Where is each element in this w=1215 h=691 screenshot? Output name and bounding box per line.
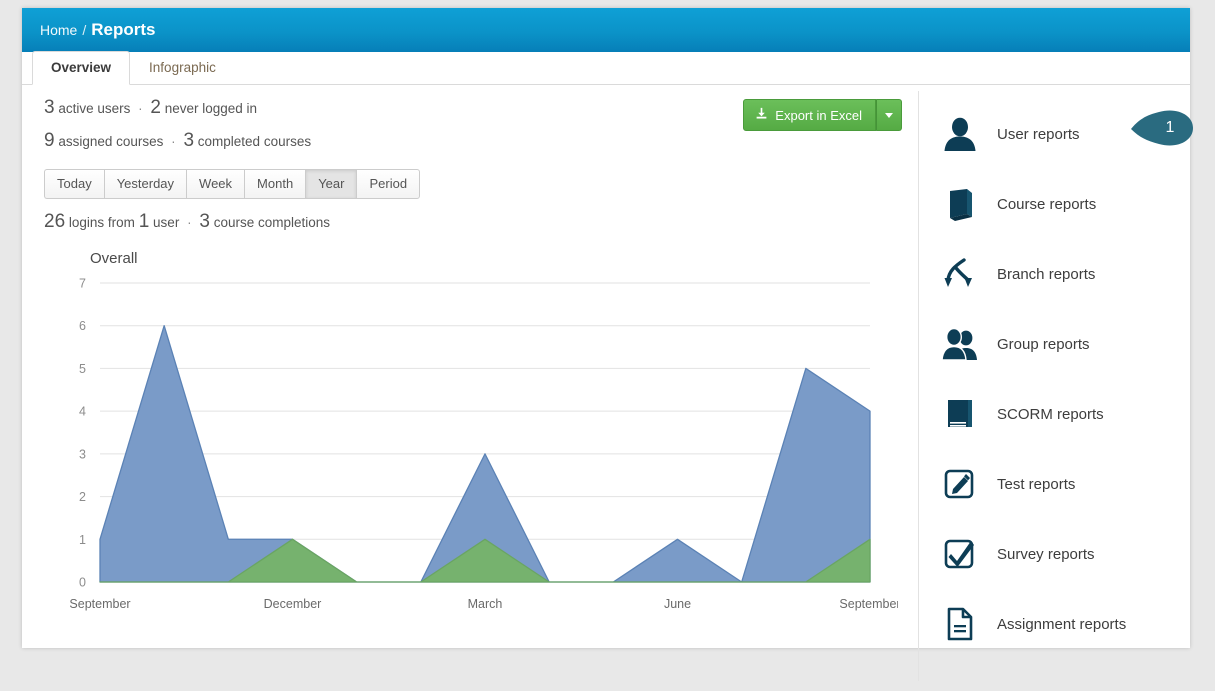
tab-overview[interactable]: Overview <box>32 51 131 85</box>
active-users-label: active users <box>58 101 131 116</box>
reports-sidebar: User reports 1 Course reports Branch rep… <box>919 85 1193 691</box>
page-body: 3 active users · 2 never logged in 9 ass… <box>22 85 1193 691</box>
logins-user-count: 1 <box>138 211 150 232</box>
y-axis-tick: 4 <box>79 405 86 419</box>
group-icon <box>937 327 983 361</box>
badge-callout-shape <box>1131 110 1193 146</box>
x-axis-tick: December <box>264 597 322 611</box>
export-button-label: Export in Excel <box>775 107 862 123</box>
assigned-courses-label: assigned courses <box>58 134 164 149</box>
export-button-group: Export in Excel <box>743 99 902 131</box>
check-square-icon <box>937 537 983 571</box>
tab-infographic[interactable]: Infographic <box>130 51 235 85</box>
download-icon <box>755 107 768 123</box>
y-axis-tick: 1 <box>79 533 86 547</box>
x-axis-tick: September <box>839 597 898 611</box>
breadcrumb-separator: / <box>82 22 87 38</box>
sidebar-item-assignment-reports[interactable]: Assignment reports <box>937 589 1190 659</box>
main-content: 3 active users · 2 never logged in 9 ass… <box>22 85 918 691</box>
x-axis-tick: March <box>468 597 503 611</box>
x-axis-tick: June <box>664 597 691 611</box>
logins-count: 26 <box>44 211 66 232</box>
x-axis-tick: September <box>69 597 130 611</box>
period-today[interactable]: Today <box>44 169 104 199</box>
y-axis-tick: 7 <box>79 277 86 291</box>
stat-separator: · <box>171 134 176 149</box>
export-in-excel-button[interactable]: Export in Excel <box>743 99 876 131</box>
period-period[interactable]: Period <box>356 169 421 199</box>
stat-line-logins: 26 logins from 1 user · 3 course complet… <box>44 211 902 232</box>
page-title: Reports <box>91 20 156 39</box>
y-axis-tick: 0 <box>79 576 86 590</box>
export-dropdown-toggle[interactable] <box>876 99 902 131</box>
sidebar-label-branch-reports: Branch reports <box>997 265 1096 283</box>
never-logged-count: 2 <box>150 97 161 118</box>
sidebar-label-group-reports: Group reports <box>997 335 1090 353</box>
period-year[interactable]: Year <box>305 169 357 199</box>
sidebar-item-user-reports[interactable]: User reports 1 <box>937 99 1193 169</box>
chevron-down-icon <box>885 112 893 118</box>
sidebar-label-test-reports: Test reports <box>997 475 1076 493</box>
period-filter-group: Today Yesterday Week Month Year Period <box>44 169 421 199</box>
stat-line-courses: 9 assigned courses · 3 completed courses <box>44 130 902 151</box>
tab-bar: Overview Infographic <box>22 51 1190 85</box>
assigned-courses-count: 9 <box>44 130 55 151</box>
document-icon <box>937 607 983 641</box>
never-logged-label: never logged in <box>164 101 258 116</box>
sidebar-label-course-reports: Course reports <box>997 195 1097 213</box>
y-axis-tick: 2 <box>79 490 86 504</box>
chart-title: Overall <box>90 250 138 267</box>
period-month[interactable]: Month <box>244 169 306 199</box>
y-axis-tick: 5 <box>79 362 86 376</box>
sidebar-item-course-reports[interactable]: Course reports <box>937 169 1190 239</box>
logins-label: logins from <box>68 215 135 230</box>
completions-label: course completions <box>213 215 330 230</box>
sidebar-item-survey-reports[interactable]: Survey reports <box>937 519 1190 589</box>
completed-courses-label: completed courses <box>197 134 312 149</box>
branch-icon <box>937 257 983 291</box>
page-header: Home / Reports <box>22 8 1190 52</box>
sidebar-label-survey-reports: Survey reports <box>997 545 1095 563</box>
breadcrumb-home[interactable]: Home <box>40 22 77 38</box>
book-icon <box>937 187 983 221</box>
scorm-book-icon <box>937 397 983 431</box>
completed-courses-count: 3 <box>183 130 195 151</box>
sidebar-label-scorm-reports: SCORM reports <box>997 405 1104 423</box>
stat-separator: · <box>138 101 143 116</box>
sidebar-item-branch-reports[interactable]: Branch reports <box>937 239 1190 309</box>
stat-separator: · <box>187 215 192 230</box>
completions-count: 3 <box>199 211 210 232</box>
app-window: Home / Reports Overview Infographic 3 ac… <box>22 8 1193 681</box>
period-week[interactable]: Week <box>186 169 245 199</box>
chart-canvas: 0 1 2 3 4 5 6 7 September December March June Septem… <box>69 277 898 612</box>
y-axis-tick: 3 <box>79 447 86 461</box>
active-users-count: 3 <box>44 97 55 118</box>
sidebar-label-assignment-reports: Assignment reports <box>997 615 1127 633</box>
user-icon <box>937 116 983 152</box>
sidebar-label-user-reports: User reports <box>997 125 1080 143</box>
overall-area-chart: 0 1 2 3 4 5 6 7 September December March June Septem… <box>38 273 898 628</box>
logins-user-label: user <box>153 215 180 230</box>
sidebar-item-scorm-reports[interactable]: SCORM reports <box>937 379 1190 449</box>
sidebar-item-group-reports[interactable]: Group reports <box>937 309 1190 379</box>
sidebar-item-test-reports[interactable]: Test reports <box>937 449 1190 519</box>
period-yesterday[interactable]: Yesterday <box>103 169 187 199</box>
y-axis-tick: 6 <box>79 319 86 333</box>
pencil-square-icon <box>937 467 983 501</box>
